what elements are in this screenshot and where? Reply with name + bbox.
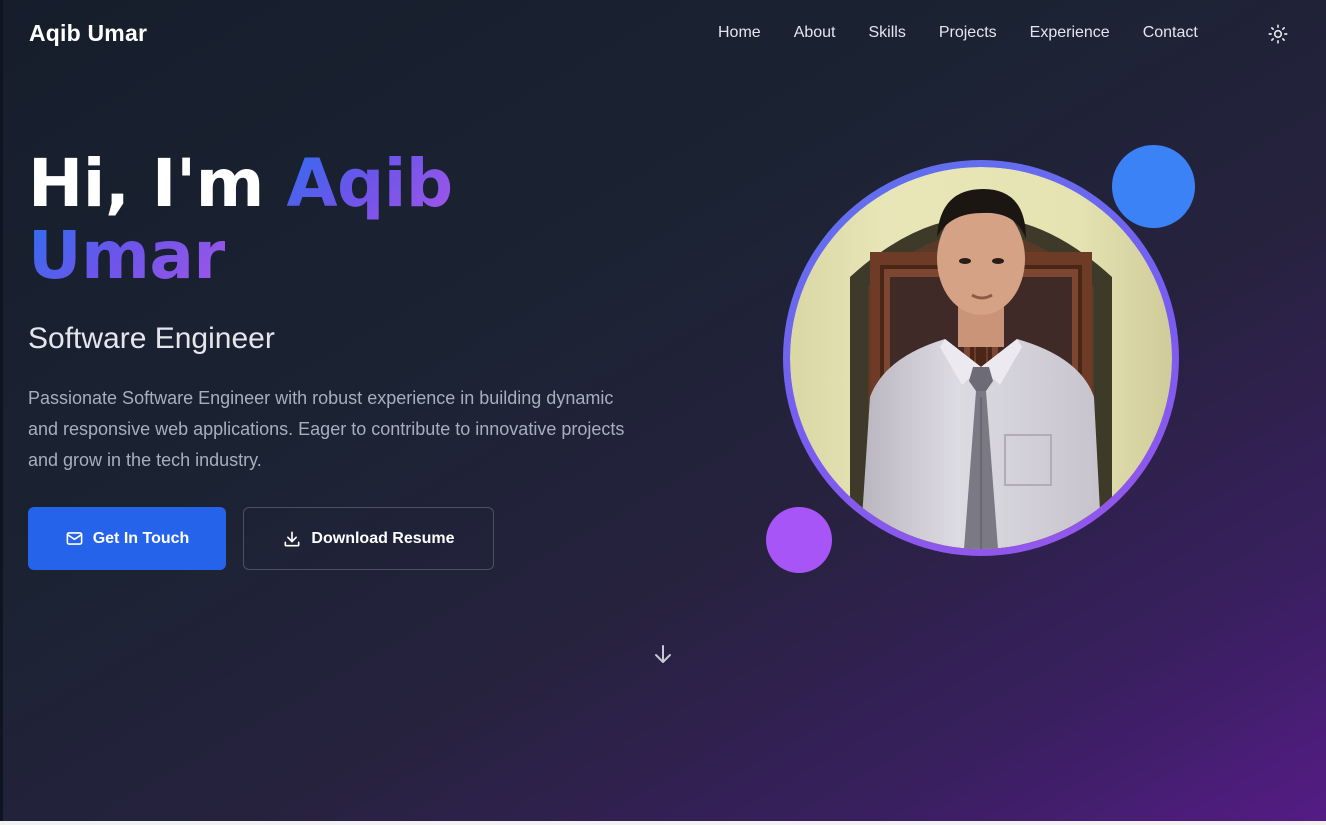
window-edge-bottom [0, 821, 1326, 825]
hero-heading: Hi, I'm Aqib Umar [28, 148, 453, 292]
sun-icon[interactable] [1267, 23, 1289, 45]
download-resume-button[interactable]: Download Resume [243, 507, 494, 570]
hero-name-last: Umar [28, 217, 226, 294]
nav-menu: Home About Skills Projects Experience Co… [718, 24, 1198, 42]
nav-link-about[interactable]: About [794, 24, 836, 42]
nav-link-projects[interactable]: Projects [939, 24, 997, 42]
nav-link-contact[interactable]: Contact [1143, 24, 1198, 42]
brand-logo[interactable]: Aqib Umar [29, 20, 147, 47]
get-in-touch-button[interactable]: Get In Touch [28, 507, 226, 570]
window-edge [0, 0, 3, 825]
hero-name-first: Aqib [286, 145, 453, 222]
decorative-blue-circle [1112, 145, 1195, 228]
arrow-down-icon[interactable] [651, 642, 675, 666]
get-in-touch-label: Get In Touch [92, 529, 190, 547]
hero-bio: Passionate Software Engineer with robust… [28, 388, 625, 470]
nav-link-home[interactable]: Home [718, 24, 761, 42]
mail-icon [66, 532, 83, 545]
profile-photo [783, 160, 1179, 556]
nav-link-experience[interactable]: Experience [1030, 24, 1110, 42]
hero-role: Software Engineer [28, 322, 275, 355]
download-icon [284, 531, 300, 546]
top-navigation: Aqib Umar Home About Skills Projects Exp… [0, 0, 1326, 70]
decorative-purple-circle [766, 507, 832, 573]
nav-link-skills[interactable]: Skills [869, 24, 906, 42]
hero-greeting: Hi, I'm [28, 145, 264, 222]
download-resume-label: Download Resume [311, 529, 455, 547]
